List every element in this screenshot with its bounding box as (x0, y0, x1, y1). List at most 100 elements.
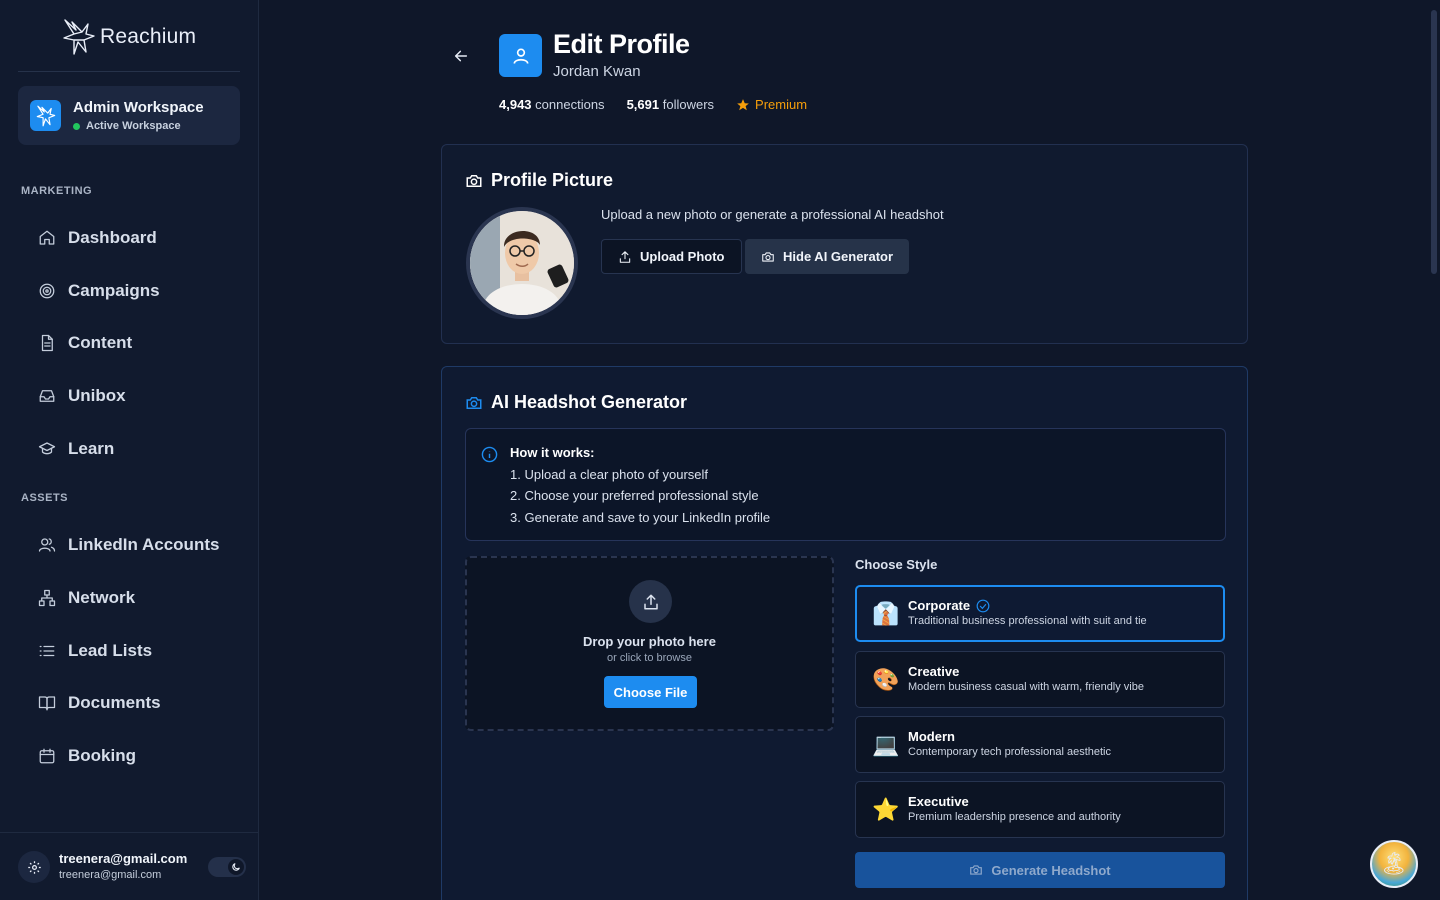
ai-headshot-card: AI Headshot Generator How it works: 1. U… (441, 366, 1248, 900)
sidebar-item-label: Dashboard (68, 228, 157, 247)
sidebar-footer: treenera@gmail.com treenera@gmail.com (0, 832, 259, 900)
assistant-avatar-button[interactable]: 🏝 (1370, 840, 1418, 888)
section-label-assets: ASSETS (21, 492, 69, 504)
style-option-corporate[interactable]: 👔 Corporate Traditional business profess… (855, 585, 1225, 642)
workspace-logo-icon (30, 100, 61, 131)
style-option-executive[interactable]: ⭐ Executive Premium leadership presence … (855, 781, 1225, 838)
scrollbar[interactable] (1428, 0, 1440, 900)
users-icon (38, 538, 56, 552)
profile-photo-icon (470, 211, 574, 315)
camera-icon (762, 251, 774, 262)
followers-count: 5,691 (626, 97, 660, 112)
photo-dropzone[interactable]: Drop your photo here or click to browse … (465, 556, 834, 731)
choose-file-button[interactable]: Choose File (604, 676, 697, 708)
connections-stat: 4,943 connections (499, 97, 605, 112)
hide-ai-generator-label: Hide AI Generator (783, 249, 894, 264)
back-button[interactable] (450, 45, 472, 67)
avatar[interactable] (466, 207, 578, 319)
home-icon (39, 230, 55, 245)
sidebar-item-documents[interactable]: Documents (28, 683, 240, 723)
graduation-cap-icon (38, 442, 56, 455)
sidebar-item-dashboard[interactable]: Dashboard (28, 218, 240, 258)
star-icon: ⭐ (872, 797, 900, 822)
premium-badge: Premium (736, 97, 807, 112)
sidebar-item-label: Lead Lists (68, 641, 153, 660)
style-option-modern[interactable]: 💻 Modern Contemporary tech professional … (855, 716, 1225, 773)
upload-hint: Upload a new photo or generate a profess… (601, 207, 944, 222)
user-icon (499, 34, 542, 77)
dropzone-title: Drop your photo here (583, 634, 716, 649)
premium-label: Premium (755, 97, 808, 112)
calendar-icon (39, 748, 55, 764)
upload-icon (619, 250, 631, 263)
camera-icon (970, 865, 983, 875)
workspace-switcher[interactable]: Admin Workspace Active Workspace (18, 86, 240, 145)
camera-icon (466, 396, 482, 409)
section-label-marketing: MARKETING (21, 185, 93, 197)
star-icon (737, 98, 749, 110)
scrollbar-thumb[interactable] (1431, 10, 1437, 274)
generate-headshot-button[interactable]: Generate Headshot (855, 852, 1225, 888)
upload-icon (629, 580, 672, 623)
followers-stat: 5,691 followers (627, 97, 714, 112)
upload-photo-button[interactable]: Upload Photo (601, 239, 742, 274)
inbox-icon (39, 390, 55, 402)
workspace-status: Active Workspace (73, 120, 204, 132)
camera-icon (466, 174, 482, 187)
style-description: Traditional business professional with s… (908, 615, 1147, 627)
sidebar-item-booking[interactable]: Booking (28, 736, 240, 776)
profile-stats: 4,943 connections 5,691 followers Premiu… (499, 97, 807, 112)
sidebar-item-label: Unibox (68, 386, 126, 405)
workspace-status-label: Active Workspace (86, 120, 181, 132)
suit-icon: 👔 (872, 601, 900, 626)
hide-ai-generator-button[interactable]: Hide AI Generator (745, 239, 910, 274)
connections-count: 4,943 (499, 97, 532, 112)
sidebar-item-label: Documents (68, 693, 161, 712)
style-description: Premium leadership presence and authorit… (908, 811, 1121, 823)
dropzone-subtitle: or click to browse (607, 652, 692, 664)
sidebar-item-lead-lists[interactable]: Lead Lists (28, 631, 240, 671)
sidebar-item-label: Network (68, 588, 136, 607)
page-title: Edit Profile (553, 29, 690, 59)
arrow-left-icon (454, 50, 468, 62)
settings-button[interactable] (18, 851, 50, 883)
upload-photo-label: Upload Photo (640, 249, 725, 264)
workspace-title: Admin Workspace (73, 99, 204, 116)
profile-picture-card: Profile Picture Upload a new photo or ge… (441, 144, 1248, 344)
theme-toggle[interactable] (208, 857, 246, 877)
profile-name: Jordan Kwan (553, 63, 641, 80)
how-it-works-title: How it works: (510, 445, 595, 460)
user-email-secondary: treenera@gmail.com (59, 869, 162, 881)
info-icon (481, 446, 498, 463)
target-icon (39, 283, 55, 299)
card-title: AI Headshot Generator (465, 392, 687, 413)
generate-headshot-label: Generate Headshot (991, 862, 1111, 878)
user-email: treenera@gmail.com (59, 851, 188, 866)
style-description: Modern business casual with warm, friend… (908, 681, 1144, 693)
status-dot-icon (73, 122, 80, 130)
list-icon (39, 645, 55, 657)
style-option-creative[interactable]: 🎨 Creative Modern business casual with w… (855, 651, 1225, 708)
card-title-label: Profile Picture (491, 170, 614, 190)
style-description: Contemporary tech professional aesthetic (908, 746, 1111, 758)
style-name-label: Corporate (908, 598, 971, 613)
sidebar-item-campaigns[interactable]: Campaigns (28, 271, 240, 311)
sidebar-item-unibox[interactable]: Unibox (28, 376, 240, 416)
card-title: Profile Picture (465, 170, 613, 191)
sidebar-item-learn[interactable]: Learn (28, 429, 240, 469)
choose-style-label: Choose Style (855, 557, 938, 572)
brand-logo[interactable]: Reachium (62, 18, 196, 56)
sidebar-item-linkedin-accounts[interactable]: LinkedIn Accounts (28, 525, 240, 565)
style-name: Creative (908, 664, 960, 679)
connections-label: connections (535, 97, 605, 112)
sidebar: Reachium Admin Workspace Active Workspac… (0, 0, 259, 900)
card-title-label: AI Headshot Generator (491, 392, 688, 412)
step-item: 1. Upload a clear photo of yourself (510, 467, 709, 482)
document-icon (41, 334, 53, 352)
check-circle-icon (976, 599, 990, 612)
brand-name: Reachium (100, 25, 197, 48)
sidebar-item-network[interactable]: Network (28, 578, 240, 618)
sidebar-item-label: Learn (68, 439, 115, 458)
sidebar-item-content[interactable]: Content (28, 323, 240, 363)
how-it-works-box: How it works: 1. Upload a clear photo of… (465, 428, 1226, 541)
